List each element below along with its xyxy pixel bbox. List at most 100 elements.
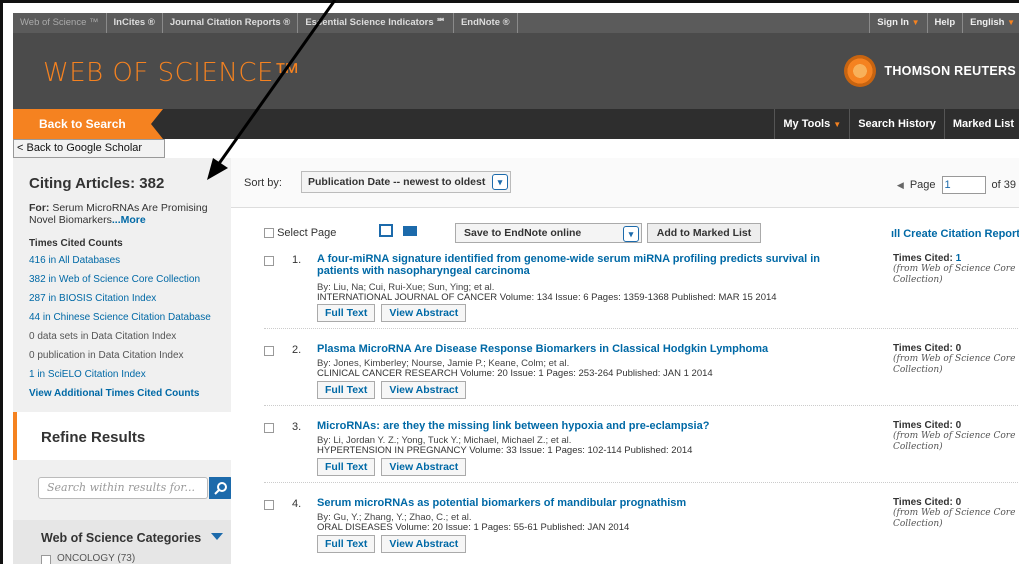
thomson-reuters-logo: THOMSON REUTERS xyxy=(844,55,1016,87)
record-checkbox[interactable] xyxy=(264,423,274,433)
times-cited-value: 0 xyxy=(955,343,962,354)
refine-results-panel: Refine Results xyxy=(13,412,231,460)
times-cited-value[interactable]: 1 xyxy=(956,253,962,264)
create-citation-report-link[interactable]: ıll Create Citation Report xyxy=(891,228,1019,240)
refine-results-heading: Refine Results xyxy=(41,429,146,446)
record-number: 3. xyxy=(292,421,302,433)
product-bar: Web of Science ™ InCites ® Journal Citat… xyxy=(13,13,1019,33)
times-cited-label: Times Cited: xyxy=(893,343,953,354)
sign-in-label: Sign In xyxy=(877,17,909,28)
count-biosis[interactable]: 287 in BIOSIS Citation Index xyxy=(29,292,229,305)
globe-icon xyxy=(844,55,877,87)
select-page[interactable]: Select Page xyxy=(264,227,336,239)
full-text-button[interactable]: Full Text xyxy=(317,304,376,322)
nav-bar: Back to Search My Tools ▼ Search History… xyxy=(13,109,1019,139)
chevron-down-icon: ▾ xyxy=(492,174,508,190)
view-abstract-button[interactable]: View Abstract xyxy=(381,304,467,322)
expand-triangle-icon[interactable] xyxy=(211,533,223,540)
sort-bar: Sort by: Publication Date -- newest to o… xyxy=(231,158,1019,208)
record-checkbox[interactable] xyxy=(264,256,274,266)
search-icon xyxy=(214,482,227,495)
view-abstract-button[interactable]: View Abstract xyxy=(381,458,467,476)
oncology-checkbox[interactable] xyxy=(41,555,51,564)
full-text-button[interactable]: Full Text xyxy=(317,381,376,399)
chevron-down-icon: ▾ xyxy=(623,226,639,242)
product-link-incites[interactable]: InCites ® xyxy=(107,13,163,33)
site-header: WEB OF SCIENCE™ THOMSON REUTERS xyxy=(13,33,1019,109)
view-abstract-button[interactable]: View Abstract xyxy=(381,381,467,399)
select-page-label: Select Page xyxy=(277,227,337,239)
sign-in-link[interactable]: Sign In ▼ xyxy=(869,13,926,33)
times-cited-source: (from Web of Science Core Collection) xyxy=(893,508,1016,529)
caret-down-icon: ▼ xyxy=(833,120,842,129)
wos-categories-heading[interactable]: Web of Science Categories xyxy=(41,531,201,545)
record-checkbox[interactable] xyxy=(264,500,274,510)
help-link[interactable]: Help xyxy=(926,13,963,33)
print-icon[interactable] xyxy=(379,224,393,237)
citing-articles-heading: Citing Articles: 382 xyxy=(29,175,165,192)
language-select[interactable]: English ▼ xyxy=(962,13,1019,33)
record-divider xyxy=(264,405,1019,406)
search-within-input[interactable]: Search within results for... xyxy=(38,477,208,499)
record-title[interactable]: A four-miRNA signature identified from g… xyxy=(317,253,862,277)
wos-categories-panel: Web of Science Categories ONCOLOGY (73) xyxy=(13,520,231,564)
caret-down-icon: ▼ xyxy=(911,18,920,27)
view-abstract-button[interactable]: View Abstract xyxy=(381,535,467,553)
create-citation-report-label: Create Citation Report xyxy=(903,228,1019,240)
save-to-endnote-select[interactable]: Save to EndNote online ▾ xyxy=(455,223,642,243)
product-link-jcr[interactable]: Journal Citation Reports ® xyxy=(163,13,299,33)
language-label: English xyxy=(970,17,1005,28)
record-title[interactable]: Serum microRNAs as potential biomarkers … xyxy=(317,497,862,509)
search-history-link[interactable]: Search History xyxy=(849,109,944,139)
count-all-databases[interactable]: 416 in All Databases xyxy=(29,254,229,267)
full-text-button[interactable]: Full Text xyxy=(317,458,376,476)
browser-frame: Web of Science ™ InCites ® Journal Citat… xyxy=(0,0,1019,564)
times-cited-label: Times Cited: xyxy=(893,253,953,264)
record-checkbox[interactable] xyxy=(264,346,274,356)
for-label: For: xyxy=(29,202,50,214)
times-cited-source: (from Web of Science Core Collection) xyxy=(893,354,1016,375)
record-divider xyxy=(264,328,1019,329)
record-title[interactable]: MicroRNAs: are they the missing link bet… xyxy=(317,420,862,432)
sort-value: Publication Date -- newest to oldest xyxy=(308,176,486,188)
view-additional-counts-link[interactable]: View Additional Times Cited Counts xyxy=(29,387,229,400)
times-cited-source: (from Web of Science Core Collection) xyxy=(893,431,1016,452)
record-number: 1. xyxy=(292,254,302,266)
record-number: 4. xyxy=(292,498,302,510)
page-total: of 39 xyxy=(991,179,1016,191)
record-journal: ORAL DISEASES Volume: 20 Issue: 1 Pages:… xyxy=(317,522,630,533)
count-core-collection[interactable]: 382 in Web of Science Core Collection xyxy=(29,273,229,286)
results-toolbar: Select Page Save to EndNote online ▾ Add … xyxy=(231,218,1019,248)
my-tools-menu[interactable]: My Tools ▼ xyxy=(774,109,849,139)
email-icon[interactable] xyxy=(403,226,417,236)
caret-down-icon: ▼ xyxy=(1007,18,1015,27)
add-to-marked-list-button[interactable]: Add to Marked List xyxy=(647,223,761,243)
record-divider xyxy=(264,482,1019,483)
marked-list-link[interactable]: Marked List xyxy=(943,109,1019,139)
search-button[interactable] xyxy=(209,477,233,499)
prev-page-icon[interactable]: ◀ xyxy=(897,180,904,191)
times-cited-list: 416 in All Databases 382 in Web of Scien… xyxy=(29,254,229,406)
select-page-checkbox[interactable] xyxy=(264,228,274,239)
times-cited-label: Times Cited: xyxy=(893,420,953,431)
count-chinese-science[interactable]: 44 in Chinese Science Citation Database xyxy=(29,311,229,324)
product-link-esi[interactable]: Essential Science Indicators ℠ xyxy=(298,13,454,33)
back-to-google-scholar-button[interactable]: < Back to Google Scholar xyxy=(13,139,165,158)
times-cited: Times Cited: 1 (from Web of Science Core … xyxy=(893,253,1019,286)
more-link[interactable]: ...More xyxy=(112,214,146,226)
record-journal: INTERNATIONAL JOURNAL OF CANCER Volume: … xyxy=(317,292,777,303)
times-cited-source: (from Web of Science Core Collection) xyxy=(893,264,1016,285)
page-number-input[interactable]: 1 xyxy=(941,176,986,194)
record-title[interactable]: Plasma MicroRNA Are Disease Response Bio… xyxy=(317,343,862,355)
results-panel: Sort by: Publication Date -- newest to o… xyxy=(231,158,1019,564)
record-journal: CLINICAL CANCER RESEARCH Volume: 20 Issu… xyxy=(317,368,713,379)
sort-select[interactable]: Publication Date -- newest to oldest ▾ xyxy=(301,171,511,193)
record-journal: HYPERTENSION IN PREGNANCY Volume: 33 Iss… xyxy=(317,445,693,456)
back-to-search-button[interactable]: Back to Search xyxy=(13,109,163,139)
wos-logo[interactable]: WEB OF SCIENCE™ xyxy=(43,57,300,88)
count-scielo[interactable]: 1 in SciELO Citation Index xyxy=(29,368,229,381)
full-text-button[interactable]: Full Text xyxy=(317,535,376,553)
product-link-wos[interactable]: Web of Science ™ xyxy=(13,13,107,33)
count-data-sets: 0 data sets in Data Citation Index xyxy=(29,331,177,342)
product-link-endnote[interactable]: EndNote ® xyxy=(454,13,518,33)
